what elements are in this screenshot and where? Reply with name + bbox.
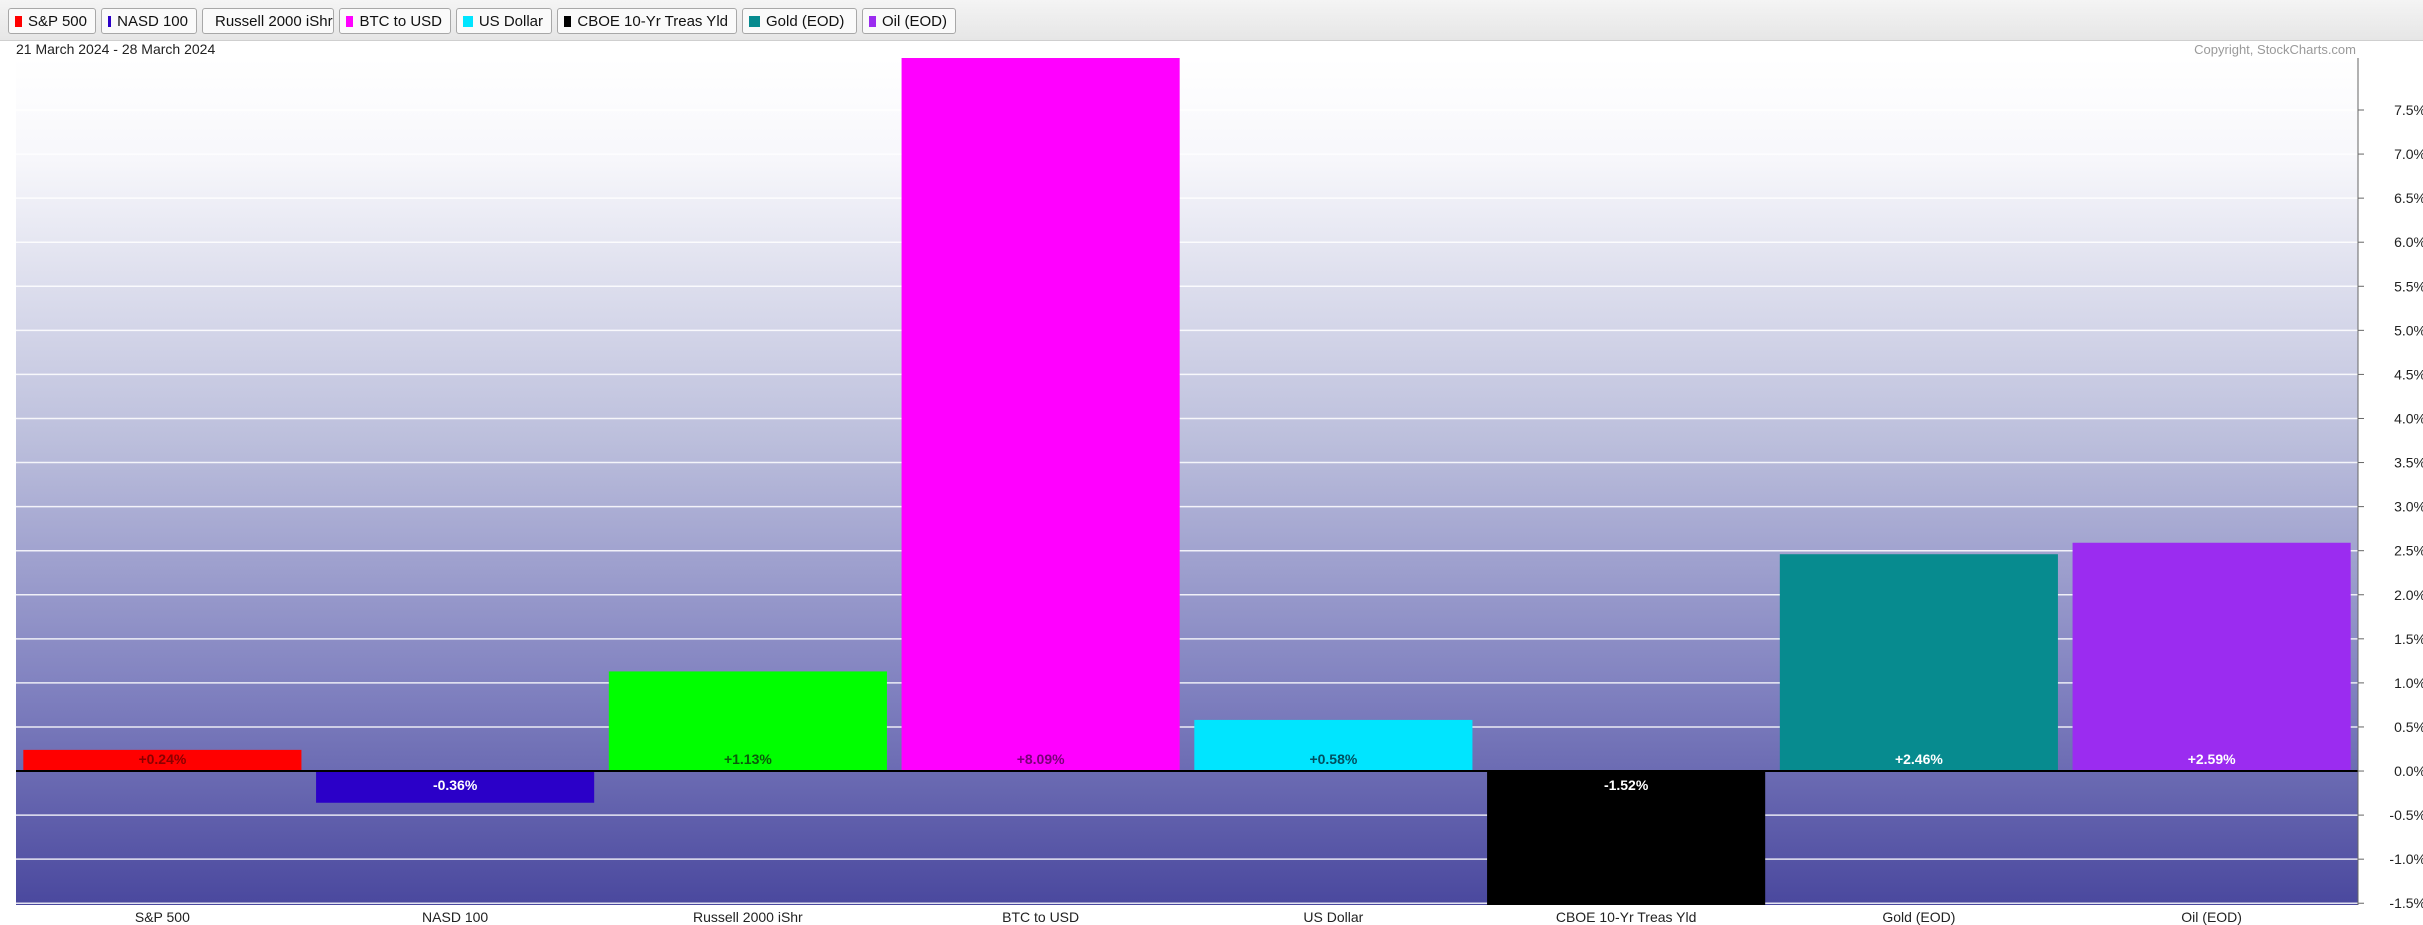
legend-label: BTC to USD [359,12,442,30]
y-tick-label: 1.5% [2394,631,2423,647]
y-tick-label: 0.0% [2394,763,2423,779]
y-tick-label: 4.0% [2394,410,2423,426]
legend-swatch [15,15,23,27]
y-tick-label: -1.0% [2389,851,2423,867]
x-category-label: S&P 500 [135,909,190,925]
bar[interactable] [901,58,1180,772]
y-tick-label: -1.5% [2389,895,2423,911]
x-category-label: BTC to USD [1002,909,1079,925]
y-tick-label: 0.5% [2394,719,2423,735]
legend-item[interactable]: Russell 2000 iShr [202,8,334,34]
legend-label: Russell 2000 iShr [215,12,333,30]
x-category-label: NASD 100 [422,909,488,925]
legend-item[interactable]: US Dollar [456,8,552,34]
bar-value-label: +0.58% [1309,751,1357,767]
x-category-label: Russell 2000 iShr [693,909,803,925]
y-tick-label: 4.5% [2394,366,2423,382]
bar-value-label: -1.52% [1604,777,1649,793]
y-tick-label: 3.0% [2394,499,2423,515]
legend-item[interactable]: BTC to USD [339,8,451,34]
legend-item[interactable]: NASD 100 [101,8,197,34]
bar-value-label: -0.36% [433,777,478,793]
x-category-label: Gold (EOD) [1882,909,1955,925]
y-tick-label: 5.0% [2394,322,2423,338]
bar[interactable] [2072,542,2351,772]
legend-item[interactable]: Oil (EOD) [862,8,956,34]
legend-label: Gold (EOD) [766,12,845,30]
performance-bar-chart: +0.24% -0.36% +1.13% +8.09% +0.58% -1.52% +2.4… [16,41,2423,925]
legend-swatch [564,15,572,27]
bar-value-label: +2.59% [2188,751,2236,767]
y-tick-label: 6.5% [2394,190,2423,206]
legend-item[interactable]: Gold (EOD) [742,8,857,34]
legend-swatch [346,15,354,27]
legend-swatch [869,15,876,27]
y-tick-label: 6.0% [2394,234,2423,250]
legend-item[interactable]: CBOE 10-Yr Treas Yld [557,8,737,34]
legend-label: US Dollar [478,12,543,30]
legend-swatch [749,15,760,27]
x-category-label: US Dollar [1303,909,1363,925]
y-tick-label: 2.0% [2394,587,2423,603]
legend-label: Oil (EOD) [882,12,947,30]
y-tick-label: 5.5% [2394,278,2423,294]
bar-value-label: +1.13% [724,751,772,767]
y-tick-label: 2.5% [2394,543,2423,559]
legend-item[interactable]: S&P 500 [8,8,96,34]
x-category-label: CBOE 10-Yr Treas Yld [1556,909,1697,925]
copyright: Copyright, StockCharts.com [2194,42,2356,57]
bar-value-label: +2.46% [1895,751,1943,767]
y-tick-label: 3.5% [2394,455,2423,471]
legend-label: CBOE 10-Yr Treas Yld [577,12,728,30]
legend-label: S&P 500 [28,12,87,30]
bar[interactable] [1779,554,2058,772]
bar-value-label: +8.09% [1017,751,1065,767]
legend-label: NASD 100 [117,12,188,30]
y-tick-label: -0.5% [2389,807,2423,823]
date-range: 21 March 2024 - 28 March 2024 [16,41,215,57]
y-tick-label: 1.0% [2394,675,2423,691]
legend-bar: S&P 500 NASD 100 Russell 2000 iShr BTC to U… [0,0,2423,41]
y-tick-label: 7.0% [2394,146,2423,162]
legend-swatch [463,15,473,27]
bar-value-label: +0.24% [138,751,186,767]
x-category-label: Oil (EOD) [2181,909,2242,925]
y-tick-label: 7.5% [2394,102,2423,118]
legend-swatch [108,15,112,27]
